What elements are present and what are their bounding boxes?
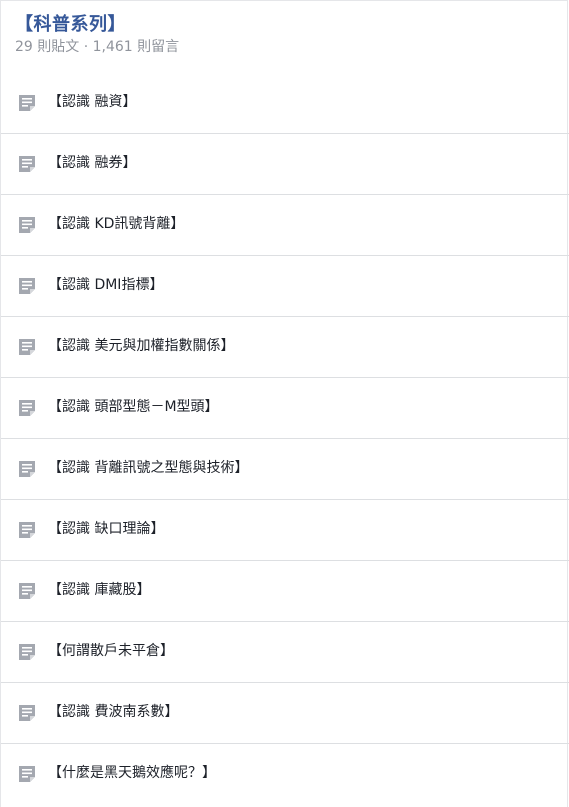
- note-title-link[interactable]: 【認識 DMI指標】: [48, 275, 163, 295]
- notes-list: 【認識 融資】 【認識 融券】【認識 KD訊號背離】 【認識 DMI指標】【認識 美…: [1, 73, 569, 805]
- note-list-item[interactable]: 【認識 庫藏股】: [1, 561, 569, 622]
- note-list-item[interactable]: 【認識 KD訊號背離】: [1, 195, 569, 256]
- note-list-item[interactable]: 【認識 背離訊號之型態與技術】: [1, 439, 569, 500]
- note-title-link[interactable]: 【認識 KD訊號背離】: [48, 214, 184, 234]
- notes-panel: 【科普系列】 29 則貼文 · 1,461 則留言 【認識 融資】 【認識 融券】…: [0, 0, 569, 807]
- note-icon: [18, 216, 36, 234]
- note-list-item[interactable]: 【認識 美元與加權指數關係】: [1, 317, 569, 378]
- note-list-item[interactable]: 【認識 費波南系數】: [1, 683, 569, 744]
- notes-meta: 29 則貼文 · 1,461 則留言: [15, 39, 180, 55]
- note-list-item[interactable]: 【何謂散戶未平倉】: [1, 622, 569, 683]
- note-title-link[interactable]: 【何謂散戶未平倉】: [48, 641, 174, 661]
- note-title-link[interactable]: 【認識 庫藏股】: [48, 580, 150, 600]
- note-icon: [18, 460, 36, 478]
- note-title-link[interactable]: 【認識 背離訊號之型態與技術】: [48, 458, 248, 478]
- note-icon: [18, 643, 36, 661]
- notes-title[interactable]: 【科普系列】: [15, 13, 179, 37]
- note-title-link[interactable]: 【認識 缺口理論】: [48, 519, 164, 539]
- note-list-item[interactable]: 【認識 融券】: [1, 134, 569, 195]
- note-icon: [18, 399, 36, 417]
- note-list-item[interactable]: 【認識 頭部型態－M型頭】: [1, 378, 569, 439]
- note-icon: [18, 582, 36, 600]
- note-icon: [18, 765, 36, 783]
- notes-header: 【科普系列】 29 則貼文 · 1,461 則留言: [15, 13, 179, 56]
- note-title-link[interactable]: 【認識 融券】: [48, 153, 136, 173]
- note-list-item[interactable]: 【認識 DMI指標】: [1, 256, 569, 317]
- note-icon: [18, 277, 36, 295]
- note-icon: [18, 521, 36, 539]
- note-title-link[interactable]: 【認識 融資】: [48, 92, 136, 112]
- note-title-link[interactable]: 【認識 費波南系數】: [48, 702, 178, 722]
- note-title-link[interactable]: 【認識 頭部型態－M型頭】: [48, 397, 219, 417]
- note-title-link[interactable]: 【認識 美元與加權指數關係】: [48, 336, 234, 356]
- note-list-item[interactable]: 【認識 融資】: [1, 73, 569, 134]
- note-icon: [18, 704, 36, 722]
- note-title-link[interactable]: 【什麼是黑天鵝效應呢？】: [48, 763, 216, 783]
- note-icon: [18, 338, 36, 356]
- note-list-item[interactable]: 【認識 缺口理論】: [1, 500, 569, 561]
- note-icon: [18, 94, 36, 112]
- note-icon: [18, 155, 36, 173]
- note-list-item[interactable]: 【什麼是黑天鵝效應呢？】: [1, 744, 569, 805]
